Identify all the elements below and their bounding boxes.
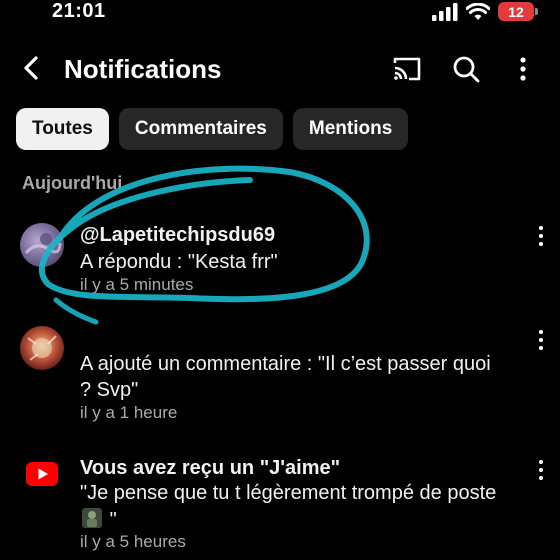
more-vertical-icon[interactable] — [536, 330, 546, 350]
youtube-logo-icon — [26, 462, 58, 486]
status-icons: 12 — [432, 2, 538, 21]
tab-mentions[interactable]: Mentions — [292, 108, 409, 150]
back-icon[interactable] — [18, 54, 46, 82]
more-vertical-icon[interactable] — [506, 52, 540, 86]
tab-commentaires[interactable]: Commentaires — [118, 108, 283, 150]
tab-toutes[interactable]: Toutes — [16, 108, 109, 150]
avatar — [20, 223, 64, 267]
notification-time: il y a 1 heure — [80, 403, 178, 422]
signal-icon — [432, 2, 458, 21]
notification-body-end: " — [109, 509, 117, 531]
page-title: Notifications — [64, 54, 222, 84]
notification-body: A répondu : "Kesta frr" — [80, 251, 278, 273]
avatar — [20, 326, 64, 370]
status-bar: 21:01 12 — [0, 0, 560, 26]
emoji-icon — [80, 506, 104, 530]
cast-icon[interactable] — [390, 52, 424, 86]
notification-time: il y a 5 heures — [80, 532, 186, 551]
more-vertical-icon[interactable] — [536, 226, 546, 246]
filter-tabs: Toutes Commentaires Mentions — [16, 108, 409, 150]
notification-body: A ajouté un commentaire : "Il c’est pass… — [80, 353, 491, 401]
notification-body: "Je pense que tu t légèrement trompé de … — [80, 480, 500, 533]
notification-time: il y a 5 minutes — [80, 275, 194, 294]
redaction-overlay — [76, 318, 248, 348]
wifi-icon — [466, 2, 490, 20]
notification-title: Vous avez reçu un "J'aime" — [80, 457, 341, 479]
status-time: 21:01 — [52, 0, 106, 22]
notification-body-text: "Je pense que tu t légèrement trompé de … — [80, 482, 497, 504]
search-icon[interactable] — [449, 52, 483, 86]
battery-level: 12 — [508, 3, 524, 20]
notification-title: @Lapetitechipsdu69 — [80, 224, 276, 246]
section-title: Aujourd'hui — [22, 173, 123, 193]
more-vertical-icon[interactable] — [536, 460, 546, 480]
app-header: Notifications — [0, 46, 560, 94]
battery-icon: 12 — [498, 2, 538, 21]
